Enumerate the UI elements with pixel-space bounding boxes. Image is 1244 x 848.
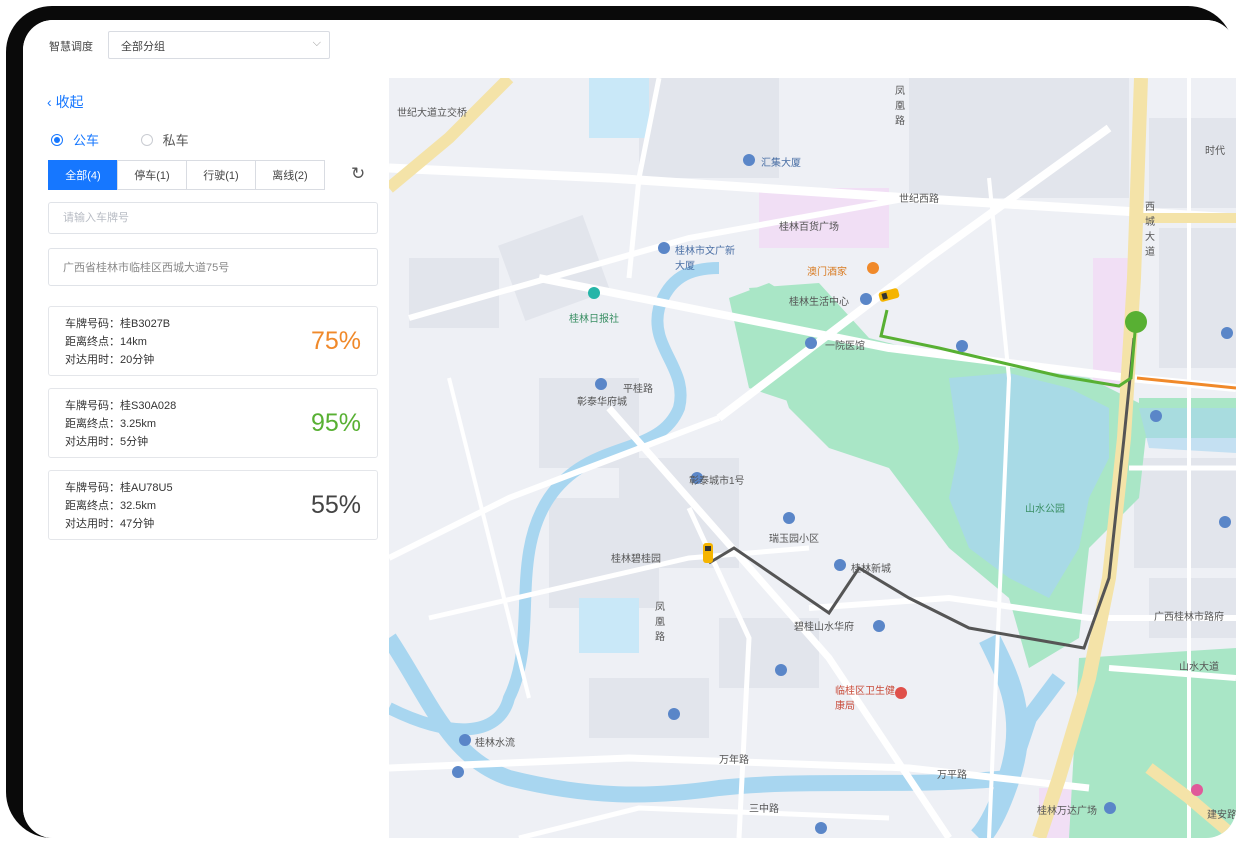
map-label: 彰泰城市1号: [689, 476, 745, 487]
chevron-left-icon: ‹: [47, 94, 52, 110]
vehicle-eta: 对达用时：5分钟: [65, 436, 149, 448]
office-pin: [588, 287, 600, 299]
tab-all[interactable]: 全部(4): [48, 160, 118, 190]
vehicle-card-list: 车牌号码：桂B3027B 距离终点：14km 对达用时：20分钟 75% 车牌号…: [48, 306, 378, 552]
vehicle-distance: 距离终点：14km: [65, 336, 147, 348]
restaurant-pin: [867, 262, 879, 274]
map-label: 桂林水流: [475, 738, 515, 749]
tab-offline[interactable]: 离线(2): [255, 160, 325, 190]
collapse-label: 收起: [55, 94, 84, 110]
map-label: 临桂区卫生健康局: [835, 686, 895, 712]
radio-label: 私车: [162, 133, 189, 148]
map-label: 桂林新城: [851, 564, 891, 575]
map-label: 广西桂林市路府: [1154, 612, 1224, 623]
map-label: 桂林市文广新大厦: [675, 246, 735, 272]
map-label: 山水大道: [1179, 662, 1219, 673]
app-screen: 智慧调度 全部分组 ⌵ ‹ 收起 公车 私车 全部(4) 停车(1) 行驶(1)…: [23, 20, 1236, 838]
refresh-icon[interactable]: ↻: [351, 164, 365, 184]
address-field[interactable]: [48, 248, 378, 286]
vehicle-card-info: 车牌号码：桂S30A028 距离终点：3.25km 对达用时：5分钟: [65, 397, 176, 451]
destination-marker[interactable]: [1125, 311, 1147, 333]
map-canvas: [389, 78, 1236, 838]
vehicle-eta: 对达用时：47分钟: [65, 518, 155, 530]
radio-public-car[interactable]: 公车: [51, 130, 99, 149]
vehicle-plate: 车牌号码：桂B3027B: [65, 318, 171, 330]
map-label: 世纪大道立交桥: [397, 108, 467, 119]
vehicle-progress-percent: 55%: [310, 491, 361, 519]
map-label: 桂林生活中心: [789, 297, 849, 308]
radio-label: 公车: [73, 133, 100, 148]
shop-pin: [1191, 784, 1203, 796]
status-tabs: 全部(4) 停车(1) 行驶(1) 离线(2): [48, 160, 325, 190]
plate-search-input[interactable]: [48, 202, 378, 234]
map-label: 桂林碧桂园: [611, 554, 661, 565]
map-label: 万年路: [719, 755, 749, 766]
radio-dot-icon: [51, 133, 63, 146]
map-label: 碧桂山水华府: [794, 622, 854, 633]
radio-dot-icon: [140, 133, 153, 146]
map-label: 凤凰路: [655, 602, 665, 643]
map-label: 桂林日报社: [569, 314, 619, 325]
vehicle-progress-percent: 75%: [310, 327, 361, 355]
map-label: 桂林万达广场: [1037, 806, 1097, 817]
tab-parked[interactable]: 停车(1): [117, 160, 187, 190]
vehicle-card[interactable]: 车牌号码：桂B3027B 距离终点：14km 对达用时：20分钟 75%: [48, 306, 378, 376]
vehicle-card-info: 车牌号码：桂AU78U5 距离终点：32.5km 对达用时：47分钟: [65, 479, 173, 533]
map-view[interactable]: 桂林百货广场 桂林市文广新大厦 桂林生活中心 一院医馆 桂林日报社 彰泰华府城 …: [389, 78, 1236, 838]
tablet-frame: 智慧调度 全部分组 ⌵ ‹ 收起 公车 私车 全部(4) 停车(1) 行驶(1)…: [6, 6, 1236, 838]
vehicle-panel: ‹ 收起 公车 私车 全部(4) 停车(1) 行驶(1) 离线(2) ↻ 请输入…: [23, 78, 389, 838]
vehicle-card-info: 车牌号码：桂B3027B 距离终点：14km 对达用时：20分钟: [65, 315, 170, 369]
map-label: 彰泰华府城: [577, 397, 627, 408]
map-label: 西城大道: [1145, 202, 1155, 258]
vehicle-card[interactable]: 车牌号码：桂AU78U5 距离终点：32.5km 对达用时：47分钟 55%: [48, 470, 378, 540]
vehicle-eta: 对达用时：20分钟: [65, 354, 155, 366]
vehicle-distance: 距离终点：32.5km: [65, 500, 157, 512]
vehicle-marker[interactable]: [703, 543, 713, 563]
map-label: 万平路: [937, 770, 967, 781]
map-label: 平桂路: [623, 384, 653, 395]
pond-area: [579, 598, 639, 653]
map-label: 三中路: [749, 804, 779, 815]
collapse-button[interactable]: ‹ 收起: [47, 92, 84, 112]
hospital-pin: [895, 687, 907, 699]
page-title: 智慧调度: [49, 41, 93, 53]
vehicle-card[interactable]: 车牌号码：桂S30A028 距离终点：3.25km 对达用时：5分钟 95%: [48, 388, 378, 458]
map-label: 澳门酒家: [807, 267, 847, 278]
tab-driving[interactable]: 行驶(1): [186, 160, 256, 190]
chevron-down-icon: ⌵: [312, 37, 321, 49]
group-select[interactable]: 全部分组 ⌵: [108, 31, 330, 59]
top-bar: 智慧调度 全部分组 ⌵: [23, 20, 1236, 79]
vehicle-plate: 车牌号码：桂AU78U5: [65, 482, 173, 494]
map-label: 一院医馆: [825, 341, 865, 352]
map-label: 山水公园: [1025, 504, 1065, 515]
pond-area: [589, 78, 649, 138]
map-label: 瑞玉园小区: [769, 534, 819, 545]
map-label: 建安路: [1207, 810, 1236, 821]
vehicle-progress-percent: 95%: [310, 409, 361, 437]
map-label: 桂林百货广场: [779, 222, 839, 233]
vehicle-plate: 车牌号码：桂S30A028: [65, 400, 177, 412]
map-label: 汇集大厦: [761, 158, 801, 169]
map-label: 时代: [1205, 146, 1225, 157]
map-label: 凤凰路: [895, 86, 905, 127]
vehicle-distance: 距离终点：3.25km: [65, 418, 157, 430]
radio-private-car[interactable]: 私车: [140, 130, 189, 149]
vehicle-type-radios: 公车 私车: [51, 130, 227, 149]
group-select-value: 全部分组: [121, 41, 165, 53]
map-label: 世纪西路: [899, 194, 939, 205]
